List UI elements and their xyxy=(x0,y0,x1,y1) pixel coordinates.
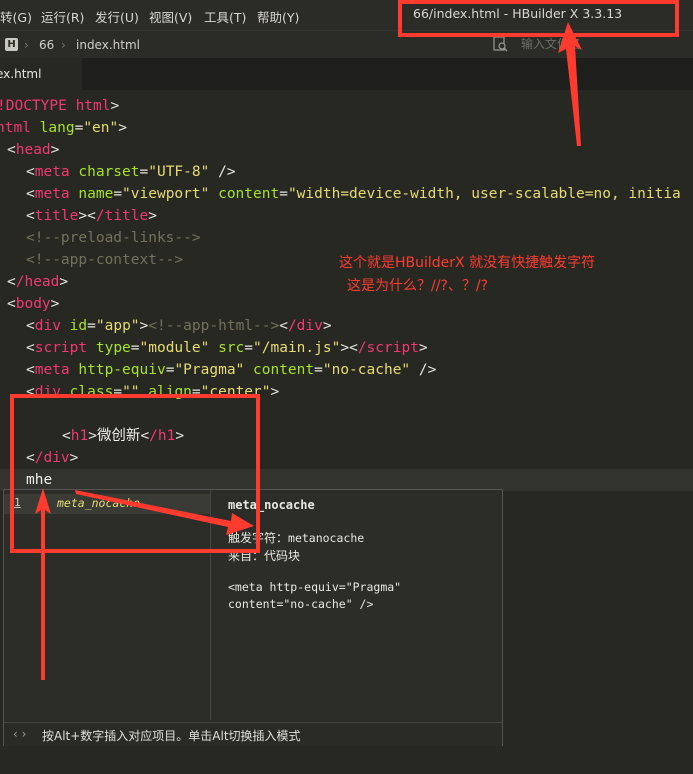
menu-view[interactable]: 视图(V) xyxy=(149,7,192,26)
menu-bar: 转(G) 运行(R) 发行(U) 视图(V) 工具(T) 帮助(Y) 66/in… xyxy=(0,0,693,30)
detail-trigger: 触发字符：metanocache xyxy=(228,531,365,545)
breadcrumb: H › 66 › index.html xyxy=(0,30,693,59)
code-line: !DOCTYPE html> xyxy=(0,98,120,114)
code-line-current[interactable]: mhe xyxy=(26,469,52,491)
footer-hint: 按Alt+数字插入对应项目。单击Alt切换插入模式 xyxy=(42,729,301,743)
tab-index-html[interactable]: ex.html xyxy=(0,58,82,90)
menu-goto[interactable]: 转(G) xyxy=(0,7,32,26)
file-search-input[interactable] xyxy=(521,34,681,54)
annotation-note-line1: 这个就是HBuilderX 就没有快捷触发字符 xyxy=(339,255,596,271)
autocomplete-item[interactable]: 1 meta_nocache xyxy=(4,494,210,514)
menu-run[interactable]: 运行(R) xyxy=(41,7,84,26)
hbuilder-logo-icon: H xyxy=(5,38,18,51)
tab-label: ex.html xyxy=(0,67,42,81)
code-line: <h1>微创新</h1> xyxy=(62,428,185,444)
code-line: <!--preload-links--> xyxy=(26,230,201,246)
code-line: <meta charset="UTF-8" /> xyxy=(26,164,236,180)
tab-bar: ex.html xyxy=(0,58,693,90)
code-line: <div id="app"><!--app-html--></div> xyxy=(26,318,332,334)
code-line: </head> xyxy=(7,274,69,290)
window-title: 66/index.html - HBuilder X 3.3.13 xyxy=(413,6,623,21)
code-line: <head> xyxy=(7,142,60,158)
code-line: </div> xyxy=(26,450,79,466)
breadcrumb-project[interactable]: 66 xyxy=(39,38,54,52)
chevron-right-icon: › xyxy=(61,38,66,52)
autocomplete-item-index: 1 xyxy=(14,496,21,509)
code-line: <!--app-context--> xyxy=(26,252,184,268)
annotation-note-line2: 这是为什么？//?、？/? xyxy=(347,278,489,294)
code-line: <script type="module" src="/main.js"></s… xyxy=(26,340,428,356)
detail-source: 来自：代码块 xyxy=(228,549,301,563)
code-line: html lang="en"> xyxy=(0,120,127,136)
autocomplete-footer: ‹ › 按Alt+数字插入对应项目。单击Alt切换插入模式 xyxy=(4,722,502,746)
nav-arrows-icon[interactable]: ‹ › xyxy=(13,727,26,741)
detail-code-preview: <meta http-equiv="Pragma" content="no-ca… xyxy=(228,580,402,611)
code-line: <meta http-equiv="Pragma" content="no-ca… xyxy=(26,362,437,378)
breadcrumb-file[interactable]: index.html xyxy=(76,38,140,52)
chevron-right-icon: › xyxy=(24,38,29,52)
current-line-highlight xyxy=(0,469,693,491)
menu-publish[interactable]: 发行(U) xyxy=(95,7,139,26)
code-line: <title></title> xyxy=(26,208,157,224)
menu-tools[interactable]: 工具(T) xyxy=(204,7,246,26)
detail-title: meta_nocache xyxy=(228,498,315,512)
menu-help[interactable]: 帮助(Y) xyxy=(257,7,299,26)
code-line: <div class="" align="center"> xyxy=(26,384,280,400)
autocomplete-item-label: meta_nocache xyxy=(57,496,141,510)
file-search-icon[interactable] xyxy=(492,36,508,52)
autocomplete-popup: 1 meta_nocache meta_nocache 触发字符：metanoc… xyxy=(3,489,503,746)
code-line: <meta name="viewport" content="width=dev… xyxy=(26,186,681,202)
code-line: <body> xyxy=(7,296,60,312)
autocomplete-list: 1 meta_nocache xyxy=(4,490,211,720)
